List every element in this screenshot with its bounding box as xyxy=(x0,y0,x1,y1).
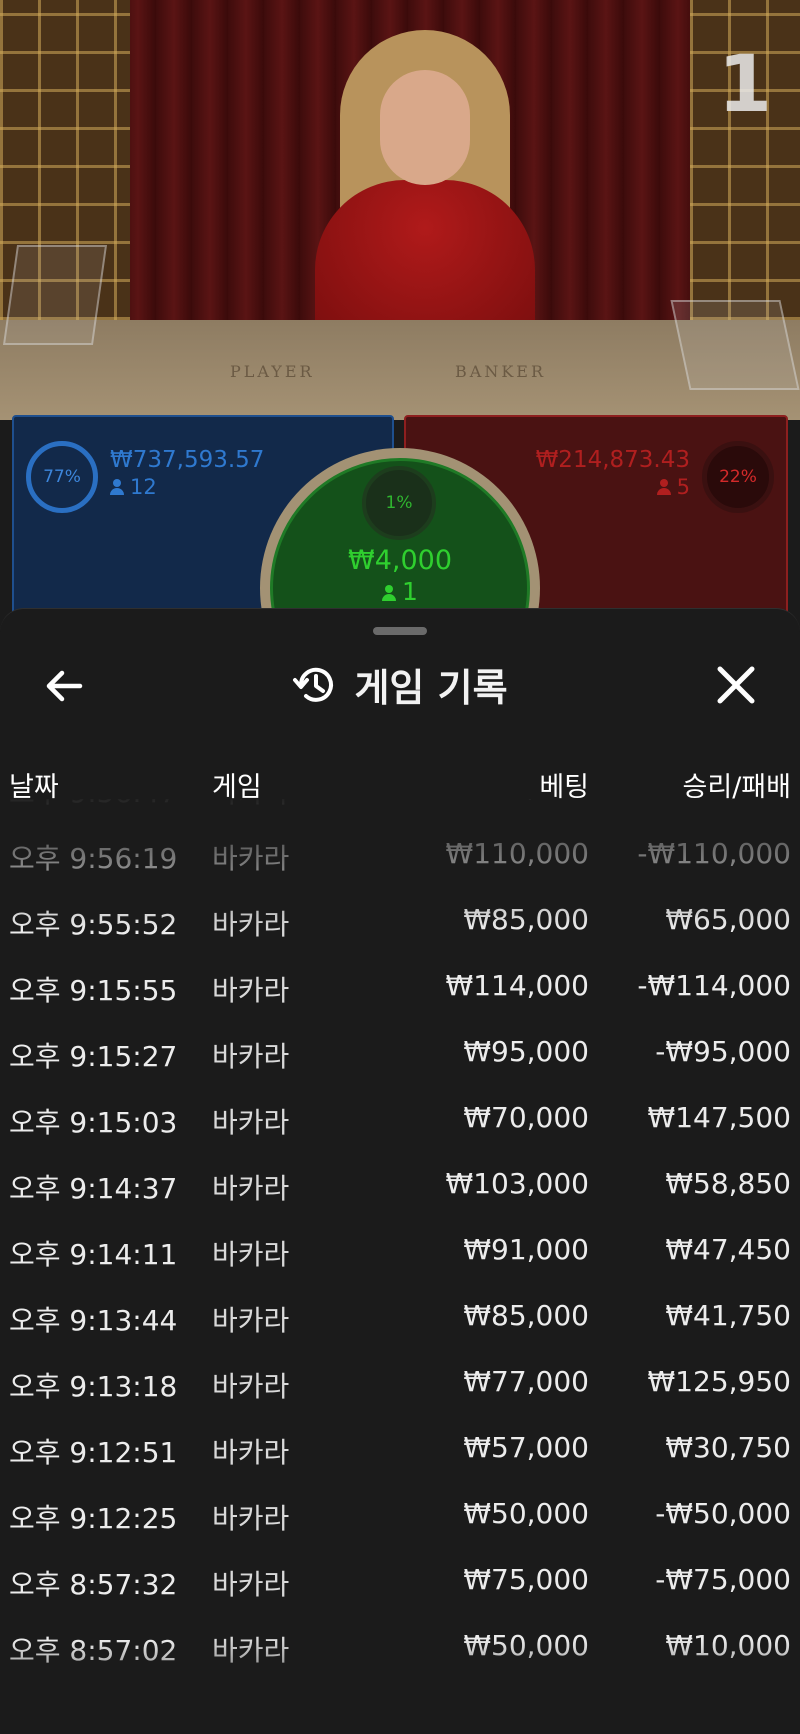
tie-percent: 1% xyxy=(385,493,413,513)
row-result: -₩75,000 xyxy=(655,1563,791,1596)
row-bet: ₩110,000 xyxy=(445,837,589,870)
row-bet: ₩50,000 xyxy=(463,1629,589,1662)
row-bet: ₩95,000 xyxy=(463,1035,589,1068)
row-result: ₩58,850 xyxy=(665,1167,791,1200)
row-bet: ₩85,000 xyxy=(463,903,589,936)
row-result: ₩41,750 xyxy=(665,1299,791,1332)
row-time: 오후 9:15:03 xyxy=(9,1106,178,1139)
row-bet: ₩85,000 xyxy=(463,1299,589,1332)
row-result: -₩110,000 xyxy=(637,837,791,870)
sheet-title: 게임 기록 xyxy=(354,666,508,710)
row-game: 바카라 xyxy=(212,1370,290,1403)
history-row[interactable]: 오후 9:13:18 바카라 ₩77,000 ₩125,950 xyxy=(0,1351,800,1417)
banker-bettor-count: 5 xyxy=(676,475,690,499)
row-time: 오후 9:12:25 xyxy=(9,1502,178,1535)
row-result: -₩114,000 xyxy=(637,969,791,1002)
discard-tray xyxy=(670,300,800,390)
history-row[interactable]: 오후 9:55:52 바카라 ₩85,000 ₩65,000 xyxy=(0,889,800,955)
history-row[interactable]: 오후 9:14:11 바카라 ₩91,000 ₩47,450 xyxy=(0,1219,800,1285)
row-time: 오후 8:57:32 xyxy=(9,1568,178,1601)
row-time: 오후 9:14:11 xyxy=(9,1238,178,1271)
row-result: -₩95,000 xyxy=(655,1035,791,1068)
row-game: 바카라 xyxy=(212,1436,290,1469)
history-row[interactable]: 오후 9:15:55 바카라 ₩114,000 -₩114,000 xyxy=(0,955,800,1021)
history-icon xyxy=(293,667,334,702)
sheet-drag-handle[interactable] xyxy=(373,627,427,635)
row-time: 오후 8:57:02 xyxy=(9,1634,178,1667)
row-bet: ₩70,000 xyxy=(463,1101,589,1134)
sheet-header: 게임 기록 xyxy=(0,657,800,712)
row-game: 바카라 xyxy=(212,799,289,811)
row-result: -₩115,000 xyxy=(637,799,791,804)
row-bet: ₩91,000 xyxy=(463,1233,589,1266)
history-row[interactable]: 오후 9:15:03 바카라 ₩70,000 ₩147,500 xyxy=(0,1087,800,1153)
row-game: 바카라 xyxy=(212,1238,290,1271)
row-game: 바카라 xyxy=(212,1502,290,1535)
history-row[interactable]: 오후 9:14:37 바카라 ₩103,000 ₩58,850 xyxy=(0,1153,800,1219)
player-percent-ring: 77% xyxy=(26,441,98,513)
player-percent: 77% xyxy=(43,467,81,487)
row-game: 바카라 xyxy=(212,1172,290,1205)
row-result: ₩10,000 xyxy=(665,1629,791,1662)
history-row[interactable]: 오후 9:12:51 바카라 ₩57,000 ₩30,750 xyxy=(0,1417,800,1483)
history-row[interactable]: 오후 8:57:02 바카라 ₩50,000 ₩10,000 xyxy=(0,1615,800,1681)
card-shoe xyxy=(2,245,108,345)
history-row[interactable]: 오후 9:12:25 바카라 ₩50,000 -₩50,000 xyxy=(0,1483,800,1549)
felt-label-player: PLAYER xyxy=(230,362,315,381)
row-bet: ₩115,000 xyxy=(446,799,589,804)
person-icon xyxy=(656,479,671,495)
tie-bet-amount: ₩4,000 xyxy=(348,545,452,576)
close-icon[interactable] xyxy=(710,659,762,711)
row-time: 오후 9:12:51 xyxy=(9,1436,178,1469)
banker-percent: 22% xyxy=(719,467,757,487)
dealer xyxy=(300,30,550,340)
row-result: ₩65,000 xyxy=(665,903,791,936)
row-result: ₩30,750 xyxy=(665,1431,791,1464)
row-game: 바카라 xyxy=(212,1568,290,1601)
row-time: 오후 9:15:27 xyxy=(9,1040,178,1073)
row-time: 오후 9:55:52 xyxy=(9,908,178,941)
player-bettor-count: 12 xyxy=(130,475,157,499)
row-bet: ₩77,000 xyxy=(463,1365,589,1398)
row-game: 바카라 xyxy=(212,1106,290,1139)
tie-percent-ring: 1% xyxy=(362,466,436,540)
row-time: 오후 9:14:37 xyxy=(9,1172,178,1205)
row-bet: ₩75,000 xyxy=(463,1563,589,1596)
row-time: 오후 9:15:55 xyxy=(9,974,178,1007)
row-result: ₩125,950 xyxy=(647,1365,791,1398)
history-row[interactable]: 오후 9:56:47 바카라 ₩115,000 -₩115,000 xyxy=(0,799,800,823)
row-game: 바카라 xyxy=(212,1304,290,1337)
row-time: 오후 9:56:19 xyxy=(9,842,178,875)
row-time: 오후 9:13:44 xyxy=(9,1304,178,1337)
row-game: 바카라 xyxy=(212,908,290,941)
row-game: 바카라 xyxy=(212,1040,290,1073)
live-video: PLAYER BANKER 1 xyxy=(0,0,800,420)
row-bet: ₩103,000 xyxy=(445,1167,589,1200)
person-icon xyxy=(382,585,397,601)
history-table-body[interactable]: 오후 9:56:47 바카라 ₩115,000 -₩115,000 오후 9:56:19… xyxy=(0,799,800,1734)
row-bet: ₩114,000 xyxy=(445,969,589,1002)
history-row[interactable]: 오후 9:56:19 바카라 ₩110,000 -₩110,000 xyxy=(0,823,800,889)
person-icon xyxy=(110,479,124,495)
row-time: 오후 9:13:18 xyxy=(9,1370,178,1403)
row-result: ₩147,500 xyxy=(647,1101,791,1134)
history-row[interactable]: 오후 8:57:32 바카라 ₩75,000 -₩75,000 xyxy=(0,1549,800,1615)
row-game: 바카라 xyxy=(212,1634,290,1667)
row-result: -₩50,000 xyxy=(655,1497,791,1530)
row-game: 바카라 xyxy=(212,842,290,875)
banker-percent-ring: 22% xyxy=(702,441,774,513)
history-row[interactable]: 오후 9:13:44 바카라 ₩85,000 ₩41,750 xyxy=(0,1285,800,1351)
row-time: 오후 9:56:47 xyxy=(9,799,177,811)
banker-bet-amount: ₩214,873.43 xyxy=(535,447,690,473)
felt-label-banker: BANKER xyxy=(455,362,546,381)
row-bet: ₩57,000 xyxy=(463,1431,589,1464)
row-game: 바카라 xyxy=(212,974,290,1007)
row-bet: ₩50,000 xyxy=(463,1497,589,1530)
history-row[interactable]: 오후 9:15:27 바카라 ₩95,000 -₩95,000 xyxy=(0,1021,800,1087)
tie-bettor-count: 1 xyxy=(402,577,418,606)
round-number: 1 xyxy=(717,40,772,130)
player-bet-amount: ₩737,593.57 xyxy=(110,447,265,473)
game-history-sheet: 게임 기록 날짜 게임 베팅 승리/패배 오후 9:56:47바카라₩115,0… xyxy=(0,608,800,1734)
row-result: ₩47,450 xyxy=(665,1233,791,1266)
